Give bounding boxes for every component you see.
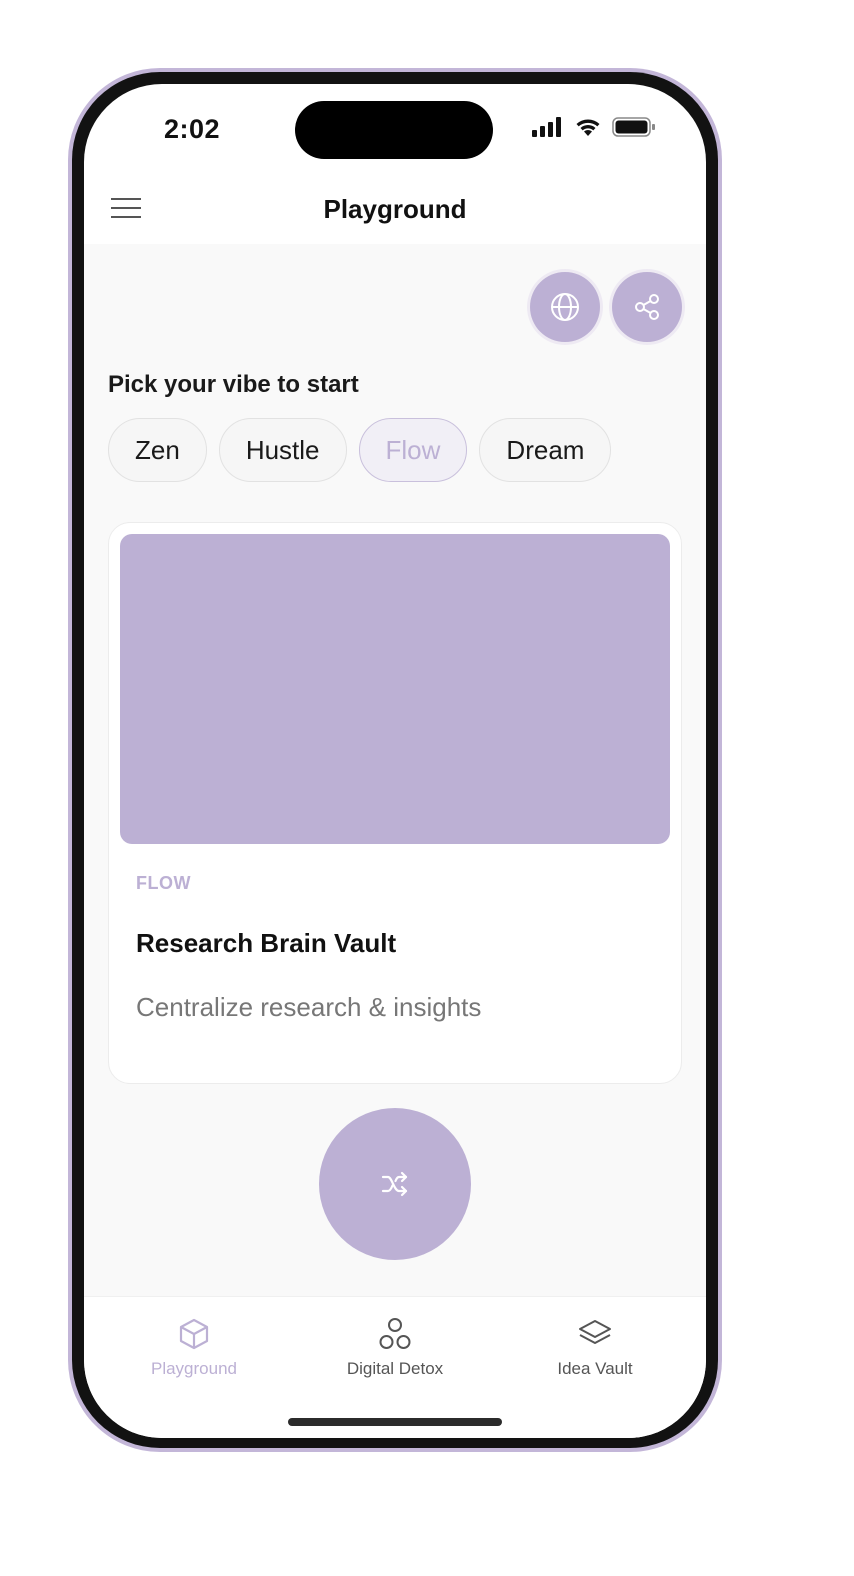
main-content: Pick your vibe to start Zen Hustle Flow … — [84, 244, 706, 1296]
card-image-placeholder — [120, 534, 670, 844]
vibe-chip-flow[interactable]: Flow — [358, 418, 468, 482]
tab-digital-detox[interactable]: Digital Detox — [305, 1317, 485, 1379]
status-bar: 2:02 — [84, 84, 706, 174]
vibe-prompt: Pick your vibe to start — [108, 371, 359, 398]
vibe-chip-hustle[interactable]: Hustle — [218, 418, 347, 482]
status-icons — [532, 117, 656, 137]
shuffle-button[interactable] — [319, 1108, 471, 1260]
app-header: Playground — [84, 174, 706, 244]
vibe-chip-zen[interactable]: Zen — [108, 418, 207, 482]
shuffle-icon — [381, 1171, 408, 1197]
globe-button[interactable] — [530, 272, 600, 342]
vibe-chips: Zen Hustle Flow Dream — [108, 418, 612, 482]
tab-idea-vault[interactable]: Idea Vault — [505, 1317, 685, 1379]
globe-icon — [551, 293, 579, 321]
home-indicator[interactable] — [288, 1418, 502, 1426]
wifi-icon — [576, 119, 600, 136]
phone-screen: 2:02 Playground Pick your vibe to start … — [84, 84, 706, 1438]
tab-playground[interactable]: Playground — [104, 1317, 284, 1379]
cube-icon — [179, 1318, 209, 1350]
tab-bar: Playground Digital Detox Idea Vault — [84, 1296, 706, 1438]
idea-card[interactable]: FLOW Research Brain Vault Centralize res… — [108, 522, 682, 1084]
layers-icon — [579, 1320, 611, 1344]
battery-icon — [612, 117, 655, 137]
card-tag: FLOW — [136, 873, 191, 893]
card-description: Centralize research & insights — [136, 992, 482, 1022]
page-title: Playground — [323, 194, 467, 224]
card-title: Research Brain Vault — [136, 928, 397, 958]
tab-label-playground: Playground — [150, 1359, 237, 1378]
share-icon — [635, 294, 659, 320]
share-button[interactable] — [612, 272, 682, 342]
dynamic-island — [295, 101, 493, 159]
status-time: 2:02 — [164, 114, 221, 144]
tab-label-digital-detox: Digital Detox — [346, 1359, 444, 1378]
circles-icon — [379, 1318, 411, 1349]
vibe-chip-dream[interactable]: Dream — [479, 418, 612, 482]
tab-label-idea-vault: Idea Vault — [557, 1359, 633, 1378]
signal-icon — [532, 117, 561, 137]
